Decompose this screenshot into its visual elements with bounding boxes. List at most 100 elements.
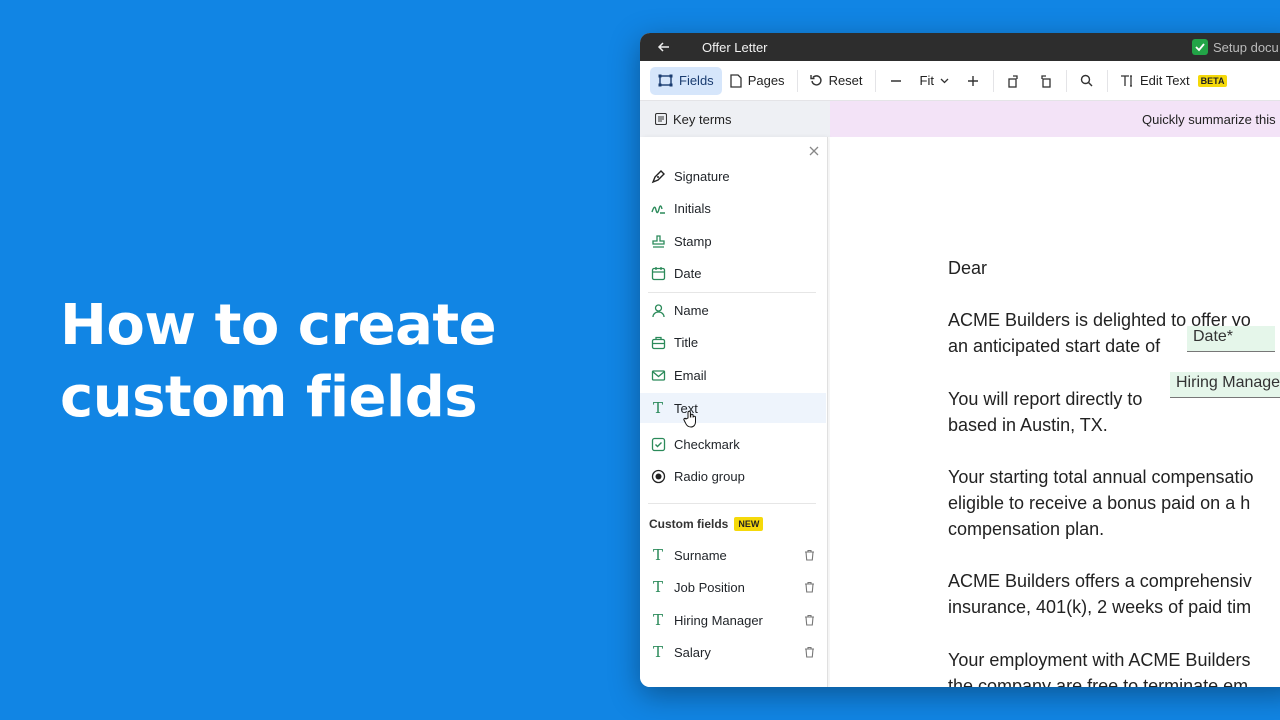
trash-icon[interactable]: [802, 548, 816, 562]
panel-divider: [648, 503, 816, 504]
doc-line: eligible to receive a bonus paid on a h: [948, 493, 1251, 513]
close-icon[interactable]: [807, 144, 821, 158]
field-label: Hiring Manager: [674, 612, 763, 628]
trash-icon[interactable]: [802, 580, 816, 594]
key-terms-button[interactable]: Key terms: [640, 101, 830, 137]
beta-badge: BETA: [1197, 74, 1228, 87]
reset-icon: [809, 75, 822, 86]
field-initials[interactable]: Initials: [640, 193, 826, 223]
text-icon: T: [652, 398, 663, 417]
field-stamp[interactable]: Stamp: [640, 226, 826, 256]
toolbar-divider: [992, 69, 994, 92]
hand-pointer-icon: [683, 410, 696, 428]
fields-tab-label: Fields: [679, 73, 714, 88]
custom-field-surname[interactable]: T Surname: [640, 540, 826, 570]
field-email[interactable]: Email: [640, 360, 826, 390]
calendar-icon: [648, 263, 668, 283]
pen-icon: [648, 166, 668, 186]
setup-document-status[interactable]: Setup docu: [1192, 39, 1279, 55]
title-bar: Offer Letter Setup docu: [640, 33, 1280, 61]
reset-label: Reset: [828, 73, 863, 88]
search-icon: [1081, 74, 1093, 87]
zoom-in-button[interactable]: [957, 67, 989, 95]
custom-field-job-position[interactable]: T Job Position: [640, 572, 826, 602]
custom-field-salary[interactable]: T Salary: [640, 637, 826, 667]
document-canvas: Dear ACME Builders is delighted to offer…: [830, 137, 1280, 687]
trash-icon[interactable]: [802, 613, 816, 627]
rotate-left-button[interactable]: [1030, 67, 1062, 95]
field-text[interactable]: T Text: [640, 393, 826, 423]
field-title[interactable]: Title: [640, 327, 826, 357]
headline: How to create custom fields: [60, 290, 497, 434]
field-label: Stamp: [674, 233, 712, 249]
field-label: Signature: [674, 168, 730, 184]
rotate-right-icon: [1008, 74, 1019, 88]
doc-line: compensation plan.: [948, 519, 1105, 539]
field-label: Surname: [674, 547, 727, 563]
summarize-banner[interactable]: Quickly summarize this: [830, 101, 1280, 137]
field-checkmark[interactable]: Checkmark: [640, 429, 826, 459]
doc-line: Your starting total annual compensatio: [948, 467, 1254, 487]
doc-line: insurance, 401(k), 2 weeks of paid tim: [948, 597, 1252, 617]
panel-divider: [648, 292, 816, 293]
key-terms-bar: Key terms Quickly summarize this: [640, 101, 1280, 137]
setup-label: Setup docu: [1213, 39, 1279, 55]
toolbar-divider: [796, 69, 798, 92]
field-signature[interactable]: Signature: [640, 161, 826, 191]
field-label: Date: [674, 265, 702, 281]
back-button[interactable]: [640, 33, 688, 61]
zoom-out-button[interactable]: [880, 67, 912, 95]
summarize-text: Quickly summarize this: [1142, 111, 1276, 127]
field-label: Title: [674, 334, 699, 350]
fields-icon: [658, 74, 673, 87]
rotate-right-button[interactable]: [998, 67, 1030, 95]
field-label: Salary: [674, 644, 711, 660]
fields-tab[interactable]: Fields: [650, 66, 722, 95]
doc-greeting: Dear: [948, 258, 988, 278]
doc-line: an anticipated start date of: [948, 336, 1161, 356]
date-field-placeholder[interactable]: Date*: [1187, 326, 1275, 352]
arrow-left-icon: [657, 42, 669, 52]
zoom-value: Fit: [919, 73, 934, 88]
pages-tab-label: Pages: [747, 73, 785, 88]
pages-tab[interactable]: Pages: [722, 67, 793, 95]
toolbar-divider: [1065, 69, 1067, 92]
stamp-icon: [648, 231, 668, 251]
radio-icon: [648, 466, 668, 486]
text-icon: T: [652, 610, 663, 629]
editor-content: Signature Initials Stamp Date Name Title…: [640, 137, 1280, 687]
fields-panel: Signature Initials Stamp Date Name Title…: [640, 137, 828, 687]
new-badge: NEW: [734, 517, 764, 531]
hiring-manager-field-placeholder[interactable]: Hiring Manage: [1170, 372, 1280, 398]
field-radio-group[interactable]: Radio group: [640, 461, 826, 491]
edit-text-label: Edit Text: [1139, 73, 1190, 88]
text-icon: T: [652, 642, 663, 661]
text-icon: T: [652, 545, 663, 564]
field-label: Job Position: [674, 579, 745, 595]
field-label: Name: [674, 302, 709, 318]
toolbar-divider: [1106, 69, 1108, 92]
rotate-left-icon: [1041, 74, 1052, 88]
checkbox-icon: [648, 434, 668, 454]
toolbar: Fields Pages Reset Fit Edit Text BETA: [640, 61, 1280, 101]
edit-text-icon: [1120, 75, 1132, 87]
search-button[interactable]: [1071, 67, 1103, 95]
field-label: Checkmark: [674, 436, 740, 452]
field-date[interactable]: Date: [640, 258, 826, 288]
initials-icon: [648, 198, 668, 218]
plus-icon: [967, 75, 978, 86]
trash-icon[interactable]: [802, 645, 816, 659]
envelope-icon: [648, 365, 668, 385]
field-label: Radio group: [674, 468, 745, 484]
toolbar-divider: [874, 69, 876, 92]
custom-field-hiring-manager[interactable]: T Hiring Manager: [640, 605, 826, 635]
field-name[interactable]: Name: [640, 295, 826, 325]
reset-button[interactable]: Reset: [802, 67, 871, 95]
doc-line: the company are free to terminate em: [948, 676, 1249, 687]
text-icon: T: [652, 577, 663, 596]
zoom-select[interactable]: Fit: [912, 67, 957, 95]
edit-text-button[interactable]: Edit Text BETA: [1112, 67, 1235, 95]
doc-line: based in Austin, TX.: [948, 415, 1108, 435]
headline-line-1: How to create: [60, 293, 497, 358]
document-lines-icon: [655, 113, 667, 125]
